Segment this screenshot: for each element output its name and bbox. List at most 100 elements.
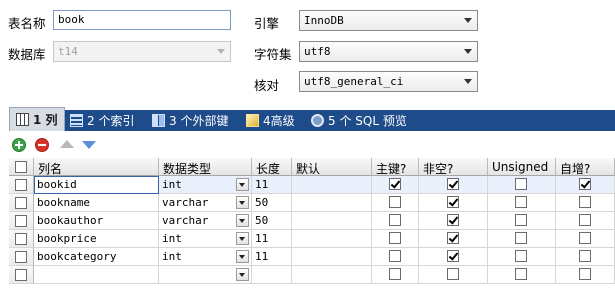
header-unsigned[interactable]: Unsigned bbox=[488, 158, 556, 176]
tab-sql-preview[interactable]: 5 个 SQL 预览 bbox=[305, 110, 451, 131]
index-icon bbox=[70, 114, 83, 127]
length-cell[interactable]: 50 bbox=[252, 212, 292, 230]
tab-columns[interactable]: 1 列 bbox=[9, 107, 65, 131]
not-null-checkbox[interactable] bbox=[447, 214, 459, 226]
table-name-input[interactable]: book bbox=[53, 10, 231, 30]
not-null-checkbox[interactable] bbox=[447, 232, 459, 244]
row-select-cell[interactable] bbox=[9, 176, 34, 194]
primary-key-cell bbox=[372, 176, 419, 194]
primary-key-checkbox[interactable] bbox=[389, 268, 401, 280]
not-null-checkbox[interactable] bbox=[447, 178, 459, 190]
auto-increment-checkbox[interactable] bbox=[579, 214, 591, 226]
column-name-cell[interactable]: bookprice bbox=[34, 230, 159, 248]
unsigned-cell bbox=[488, 230, 556, 248]
auto-increment-checkbox[interactable] bbox=[579, 178, 591, 190]
row-select-cell[interactable] bbox=[9, 248, 34, 266]
header-auto-increment[interactable]: 自增? bbox=[556, 158, 615, 176]
tab-advanced-label: 4高级 bbox=[263, 114, 295, 128]
not-null-checkbox[interactable] bbox=[447, 196, 459, 208]
column-name-cell[interactable]: bookauthor bbox=[34, 212, 159, 230]
type-dropdown-icon[interactable] bbox=[236, 232, 249, 245]
header-data-type[interactable]: 数据类型 bbox=[159, 158, 252, 176]
unsigned-checkbox[interactable] bbox=[515, 196, 527, 208]
unsigned-checkbox[interactable] bbox=[515, 214, 527, 226]
tab-indexes[interactable]: 2 个索引 bbox=[65, 110, 152, 131]
select-all-header[interactable] bbox=[9, 158, 34, 176]
default-cell[interactable] bbox=[292, 176, 372, 194]
primary-key-cell bbox=[372, 212, 419, 230]
move-up-icon[interactable] bbox=[60, 140, 74, 148]
row-checkbox[interactable] bbox=[15, 233, 27, 245]
type-dropdown-icon[interactable] bbox=[236, 250, 249, 263]
primary-key-checkbox[interactable] bbox=[389, 214, 401, 226]
unsigned-checkbox[interactable] bbox=[515, 268, 527, 280]
data-type-cell[interactable]: int bbox=[159, 248, 252, 266]
auto-increment-checkbox[interactable] bbox=[579, 196, 591, 208]
default-cell[interactable] bbox=[292, 194, 372, 212]
length-cell[interactable]: 11 bbox=[252, 176, 292, 194]
engine-value: InnoDB bbox=[304, 14, 344, 27]
move-down-icon[interactable] bbox=[82, 141, 96, 149]
auto-increment-cell bbox=[556, 230, 615, 248]
row-select-cell[interactable] bbox=[9, 230, 34, 248]
not-null-checkbox[interactable] bbox=[447, 250, 459, 262]
type-dropdown-icon[interactable] bbox=[236, 196, 249, 209]
row-checkbox[interactable] bbox=[15, 179, 27, 191]
column-name-cell[interactable] bbox=[34, 266, 159, 284]
row-checkbox[interactable] bbox=[15, 215, 27, 227]
row-checkbox[interactable] bbox=[15, 251, 27, 263]
remove-column-icon[interactable] bbox=[35, 138, 49, 152]
column-name-cell[interactable]: bookcategory bbox=[34, 248, 159, 266]
length-cell[interactable]: 50 bbox=[252, 194, 292, 212]
data-type-cell[interactable]: int bbox=[159, 176, 252, 194]
collation-value: utf8_general_ci bbox=[304, 75, 404, 88]
column-name-cell[interactable]: bookname bbox=[34, 194, 159, 212]
row-select-cell[interactable] bbox=[9, 194, 34, 212]
unsigned-checkbox[interactable] bbox=[515, 178, 527, 190]
data-type-cell[interactable] bbox=[159, 266, 252, 284]
row-checkbox[interactable] bbox=[15, 269, 27, 281]
default-cell[interactable] bbox=[292, 248, 372, 266]
unsigned-checkbox[interactable] bbox=[515, 232, 527, 244]
auto-increment-checkbox[interactable] bbox=[579, 250, 591, 262]
auto-increment-checkbox[interactable] bbox=[579, 232, 591, 244]
add-column-icon[interactable] bbox=[12, 138, 26, 152]
row-checkbox[interactable] bbox=[15, 197, 27, 209]
default-cell[interactable] bbox=[292, 266, 372, 284]
primary-key-checkbox[interactable] bbox=[389, 232, 401, 244]
row-select-cell[interactable] bbox=[9, 266, 34, 284]
select-all-checkbox[interactable] bbox=[15, 161, 27, 173]
header-column-name[interactable]: 列名 bbox=[34, 158, 159, 176]
header-length[interactable]: 长度 bbox=[252, 158, 292, 176]
primary-key-checkbox[interactable] bbox=[389, 250, 401, 262]
length-cell[interactable]: 11 bbox=[252, 230, 292, 248]
tab-advanced[interactable]: 4高级 bbox=[241, 110, 310, 131]
default-cell[interactable] bbox=[292, 230, 372, 248]
engine-select[interactable]: InnoDB bbox=[299, 10, 478, 31]
database-select[interactable]: t14 bbox=[53, 41, 231, 62]
header-primary-key[interactable]: 主键? bbox=[372, 158, 419, 176]
not-null-checkbox[interactable] bbox=[447, 268, 459, 280]
type-dropdown-icon[interactable] bbox=[236, 178, 249, 191]
data-type-cell[interactable]: varchar bbox=[159, 212, 252, 230]
tab-foreign-keys[interactable]: 3 个外部键 bbox=[147, 110, 246, 131]
primary-key-checkbox[interactable] bbox=[389, 178, 401, 190]
type-dropdown-icon[interactable] bbox=[236, 214, 249, 227]
header-not-null[interactable]: 非空? bbox=[419, 158, 488, 176]
collation-select[interactable]: utf8_general_ci bbox=[299, 71, 478, 92]
charset-select[interactable]: utf8 bbox=[299, 41, 478, 62]
column-name-cell[interactable]: bookid bbox=[34, 176, 159, 194]
length-cell[interactable]: 11 bbox=[252, 248, 292, 266]
length-cell[interactable] bbox=[252, 266, 292, 284]
unsigned-checkbox[interactable] bbox=[515, 250, 527, 262]
auto-increment-checkbox[interactable] bbox=[579, 268, 591, 280]
tab-strip-fill bbox=[445, 110, 615, 131]
row-select-cell[interactable] bbox=[9, 212, 34, 230]
data-type-cell[interactable]: varchar bbox=[159, 194, 252, 212]
header-default[interactable]: 默认 bbox=[292, 158, 372, 176]
primary-key-checkbox[interactable] bbox=[389, 196, 401, 208]
data-type-cell[interactable]: int bbox=[159, 230, 252, 248]
default-cell[interactable] bbox=[292, 212, 372, 230]
type-dropdown-icon[interactable] bbox=[236, 268, 249, 281]
auto-increment-cell bbox=[556, 266, 615, 284]
